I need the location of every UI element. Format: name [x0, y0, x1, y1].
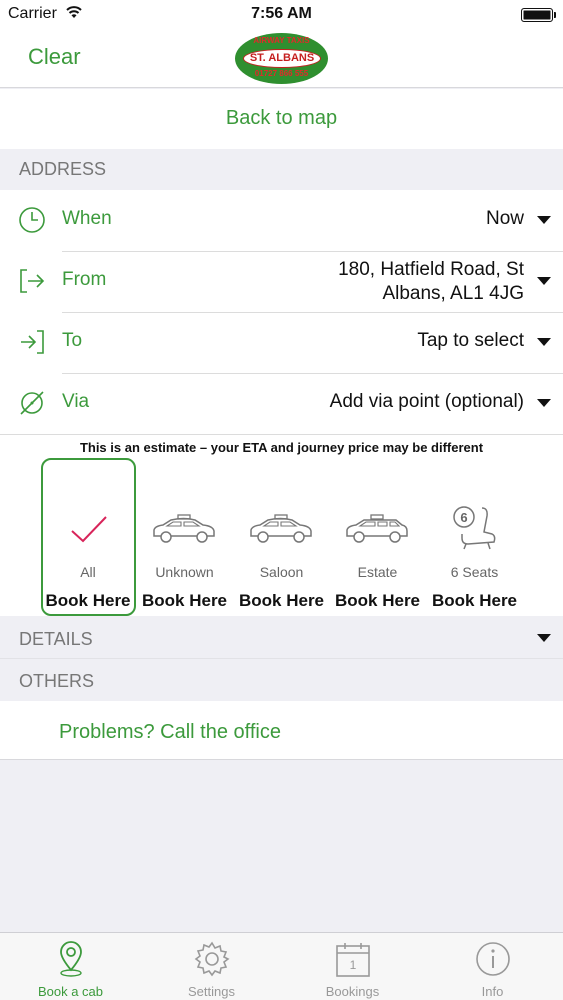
calendar-day-label: 1 [349, 958, 357, 972]
tab-info[interactable]: Info [422, 934, 563, 1000]
others-section-header: OTHERS [19, 671, 95, 691]
checkmark-icon [71, 516, 107, 543]
book-here-button[interactable]: Book Here [137, 591, 232, 611]
back-to-map-button[interactable]: Back to map [0, 107, 563, 130]
clear-button[interactable]: Clear [28, 44, 81, 70]
via-value[interactable]: Add via point (optional) [330, 391, 524, 413]
chevron-down-icon [537, 216, 551, 224]
clock-icon [19, 207, 45, 233]
estate-car-icon [346, 514, 408, 543]
vehicle-name: Estate [357, 564, 398, 580]
enter-arrow-icon [21, 330, 44, 354]
estimate-notice: This is an estimate – your ETA and journ… [79, 440, 484, 455]
vehicle-option-unknown[interactable]: Unknown Book Here [137, 458, 232, 616]
from-value-line1: 180, Hatfield Road, St [338, 259, 524, 280]
tab-bookings[interactable]: 1 Bookings [282, 934, 423, 1000]
logo-phone-text: 01727 866 555 [254, 69, 309, 78]
logo-top-text: AIRWAY TAXIS [253, 36, 310, 45]
chevron-down-icon [537, 399, 551, 407]
chevron-down-icon[interactable] [537, 634, 551, 642]
vehicle-option-saloon[interactable]: Saloon Book Here [234, 458, 329, 616]
saloon-car-icon [250, 514, 312, 543]
tab-label: Settings [188, 984, 235, 999]
tab-label: Info [481, 984, 504, 999]
logo-main-text: ST. ALBANS [249, 52, 315, 64]
book-here-button[interactable]: Book Here [330, 591, 425, 611]
from-value[interactable]: 180, Hatfield Road, St Albans, AL1 4JG [338, 258, 524, 306]
book-here-button[interactable]: Book Here [427, 591, 522, 611]
taxi-car-icon [153, 514, 215, 543]
vehicle-option-estate[interactable]: Estate Book Here [330, 458, 425, 616]
gear-icon [194, 941, 230, 977]
vehicle-option-6-seats[interactable]: 6 6 Seats Book Here [427, 458, 522, 616]
details-section-header: DETAILS [19, 629, 93, 649]
via-point-icon [20, 391, 44, 415]
tab-book-a-cab[interactable]: Book a cab [0, 934, 141, 1000]
status-time: 7:56 AM [251, 5, 312, 22]
book-here-button[interactable]: Book Here [41, 591, 136, 611]
vehicle-name: All [80, 564, 96, 580]
vehicle-name: Unknown [155, 564, 214, 580]
tab-settings[interactable]: Settings [141, 934, 282, 1000]
book-here-button[interactable]: Book Here [234, 591, 329, 611]
battery-tip [554, 12, 556, 18]
divider [0, 434, 563, 435]
battery-icon [521, 8, 553, 22]
to-label: To [62, 330, 83, 351]
vehicle-name: 6 Seats [450, 564, 499, 580]
exit-arrow-icon [20, 269, 45, 293]
from-label: From [62, 269, 107, 290]
to-value[interactable]: Tap to select [417, 330, 524, 352]
address-section-header: ADDRESS [19, 159, 107, 179]
vehicle-option-all[interactable]: All Book Here [41, 458, 136, 616]
chevron-down-icon [537, 277, 551, 285]
info-icon [476, 942, 510, 976]
from-value-line2: Albans, AL1 4JG [382, 283, 524, 304]
via-label: Via [62, 391, 90, 412]
vehicle-name: Saloon [259, 564, 304, 580]
when-label: When [62, 208, 112, 229]
tab-label: Book a cab [37, 984, 104, 999]
tab-label: Bookings [325, 984, 380, 999]
seat-count-badge: 6 [460, 510, 468, 525]
location-pin-icon [60, 941, 82, 977]
call-office-button[interactable]: Problems? Call the office [59, 721, 281, 744]
chevron-down-icon [537, 338, 551, 346]
when-value[interactable]: Now [486, 208, 524, 230]
